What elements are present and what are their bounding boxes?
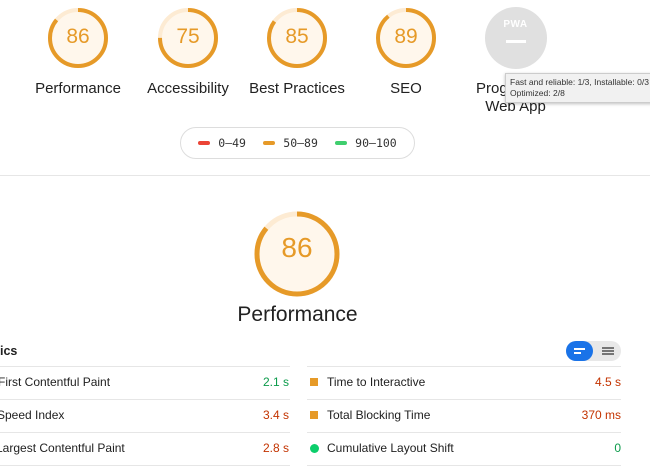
metrics-view-toggle[interactable] — [566, 341, 621, 361]
metrics-separator — [307, 432, 621, 433]
metric-cumulative-layout-shift: Cumulative Layout Shift 0 — [310, 438, 621, 458]
compact-view-button[interactable] — [566, 341, 593, 361]
metric-value: 2.8 s — [262, 441, 289, 455]
pwa-badge-icon: PWA — [484, 7, 547, 69]
pass-circle-icon — [310, 444, 319, 453]
metric-first-contentful-paint: First Contentful Paint 2.1 s — [0, 372, 289, 392]
main-performance-score: 86 — [281, 232, 313, 263]
section-divider — [0, 175, 650, 176]
metric-name: Speed Index — [0, 408, 65, 422]
metric-time-to-interactive: Time to Interactive 4.5 s — [310, 372, 621, 392]
metric-value: 3.4 s — [262, 408, 289, 422]
metric-total-blocking-time: Total Blocking Time 370 ms — [310, 405, 621, 425]
metric-name: Total Blocking Time — [327, 408, 431, 422]
metric-name: Largest Contentful Paint — [0, 441, 125, 455]
main-performance-title: Performance — [237, 303, 358, 326]
metric-value: 4.5 s — [594, 375, 621, 389]
metric-value: 0 — [614, 441, 621, 455]
metrics-separator — [307, 465, 621, 466]
category-best-practices[interactable]: 85 Best Practices — [242, 7, 352, 97]
score-scale-legend: 0–49 50–89 90–100 — [180, 127, 415, 159]
legend-range-average: 50–89 — [283, 136, 318, 150]
legend-range-fail: 0–49 — [218, 136, 246, 150]
metrics-separator — [0, 399, 290, 400]
category-performance[interactable]: 86 Performance — [23, 7, 133, 97]
metric-largest-contentful-paint: Largest Contentful Paint 2.8 s — [0, 438, 289, 458]
compact-list-icon — [574, 347, 586, 355]
legend-item-fail: 0–49 — [198, 136, 246, 150]
metric-value: 2.1 s — [262, 375, 289, 389]
accessibility-score: 75 — [176, 25, 200, 48]
metrics-separator — [307, 366, 621, 367]
metrics-separator — [0, 432, 290, 433]
pwa-dash — [505, 40, 526, 43]
category-accessibility[interactable]: 75 Accessibility — [133, 7, 243, 97]
accessibility-label: Accessibility — [147, 80, 229, 97]
metrics-separator — [0, 465, 290, 466]
pass-swatch-icon — [335, 141, 348, 145]
average-square-icon — [310, 411, 318, 419]
best-practices-label: Best Practices — [249, 80, 345, 97]
expanded-list-icon — [602, 347, 614, 355]
lighthouse-report: 86 Performance 75 Accessibility 85 Best … — [0, 0, 650, 467]
legend-item-pass: 90–100 — [335, 136, 397, 150]
average-square-icon — [310, 378, 318, 386]
metrics-heading: ics — [0, 344, 18, 358]
main-performance-gauge: 86 — [252, 209, 342, 299]
category-seo[interactable]: 89 SEO — [351, 7, 461, 97]
performance-label: Performance — [35, 80, 121, 97]
fail-swatch-icon — [198, 141, 211, 145]
best-practices-score: 85 — [285, 25, 309, 48]
tooltip-line1: Fast and reliable: 1/3, Installable: 0/3 — [510, 77, 649, 87]
performance-score: 86 — [66, 25, 90, 48]
expanded-view-button[interactable] — [594, 341, 621, 361]
average-swatch-icon — [263, 141, 276, 145]
metric-name: Time to Interactive — [327, 375, 426, 389]
metric-name: Cumulative Layout Shift — [327, 441, 454, 455]
metrics-separator — [0, 366, 290, 367]
seo-label: SEO — [390, 80, 422, 97]
metrics-separator — [307, 399, 621, 400]
pwa-tooltip: Fast and reliable: 1/3, Installable: 0/3… — [505, 73, 650, 103]
legend-item-average: 50–89 — [263, 136, 318, 150]
pwa-badge-text: PWA — [503, 19, 528, 30]
metric-name: First Contentful Paint — [0, 375, 111, 389]
metric-speed-index: Speed Index 3.4 s — [0, 405, 289, 425]
seo-score: 89 — [394, 25, 418, 48]
legend-range-pass: 90–100 — [355, 136, 397, 150]
metric-value: 370 ms — [581, 408, 621, 422]
tooltip-line2: Optimized: 2/8 — [510, 88, 565, 98]
